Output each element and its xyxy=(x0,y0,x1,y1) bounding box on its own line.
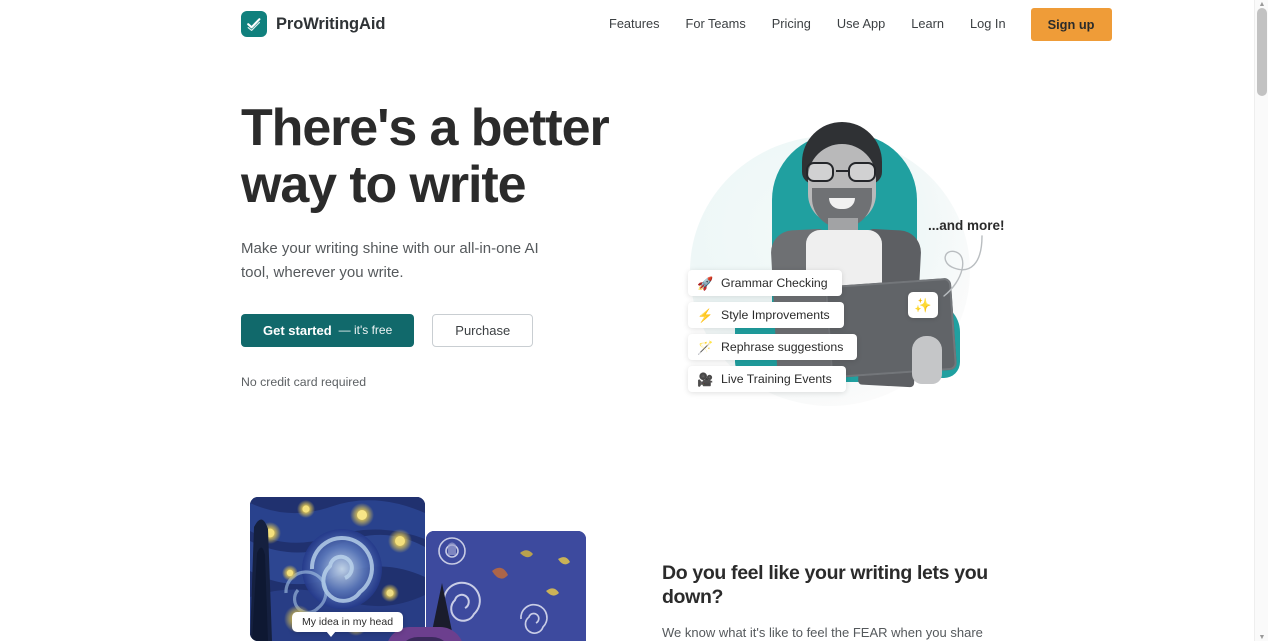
feature-pill-grammar-checking[interactable]: 🚀 Grammar Checking xyxy=(688,270,842,296)
no-credit-card-note: No credit card required xyxy=(241,374,367,389)
main-navigation: Features For Teams Pricing Use App Learn… xyxy=(596,0,1112,48)
brand-name: ProWritingAid xyxy=(276,14,386,33)
glasses-right-lens xyxy=(848,162,876,182)
feature-pill-label: Style Improvements xyxy=(721,308,830,322)
crude-drawing-card xyxy=(426,531,586,641)
feature-pill-live-training-events[interactable]: 🎥 Live Training Events xyxy=(688,366,846,392)
nav-item-use-app[interactable]: Use App xyxy=(824,12,898,37)
page-scrollbar[interactable]: ▲ ▼ xyxy=(1254,0,1268,641)
nav-item-for-teams[interactable]: For Teams xyxy=(673,12,759,37)
and-more-squiggle-arrow xyxy=(943,235,983,297)
glasses-left-lens xyxy=(806,162,834,182)
nav-item-features[interactable]: Features xyxy=(596,12,673,37)
scrollbar-thumb[interactable] xyxy=(1257,8,1267,96)
sign-up-button[interactable]: Sign up xyxy=(1030,7,1112,41)
movie-camera-icon: 🎥 xyxy=(697,371,714,387)
idea-tooltip: My idea in my head xyxy=(292,612,404,637)
glasses-bridge xyxy=(836,170,848,173)
purple-shape-inner xyxy=(398,637,452,641)
section-copy: Do you feel like your writing lets you d… xyxy=(662,561,1022,641)
feature-pill-label: Grammar Checking xyxy=(721,276,828,290)
get-started-label: Get started xyxy=(263,322,332,338)
lightning-bolt-icon: ⚡ xyxy=(697,307,714,323)
hero-section: There's a better way to write Make your … xyxy=(0,48,1254,468)
scrollbar-down-arrow-icon[interactable]: ▼ xyxy=(1255,633,1268,641)
rocket-icon: 🚀 xyxy=(697,275,714,291)
feature-pill-label: Rephrase suggestions xyxy=(721,340,844,354)
hero-title-line-1: There's a better xyxy=(241,99,610,157)
feature-pill-label: Live Training Events xyxy=(721,372,832,386)
section-body-text: We know what it's like to feel the FEAR … xyxy=(662,624,983,640)
scrollbar-up-arrow-icon[interactable]: ▲ xyxy=(1255,0,1268,8)
prowritingaid-checkmark-logo-icon xyxy=(241,11,267,37)
nav-item-log-in[interactable]: Log In xyxy=(957,12,1019,37)
feature-pill-rephrase-suggestions[interactable]: 🪄 Rephrase suggestions xyxy=(688,334,858,360)
brand-logo-link[interactable]: ProWritingAid xyxy=(241,11,385,37)
magic-wand-icon: 🪄 xyxy=(697,339,714,355)
feature-pill-list: 🚀 Grammar Checking ⚡ Style Improvements … xyxy=(688,270,858,392)
feature-pill-style-improvements[interactable]: ⚡ Style Improvements xyxy=(688,302,844,328)
section-heading: Do you feel like your writing lets you d… xyxy=(662,562,988,609)
and-more-label: ...and more! xyxy=(928,218,1005,233)
person-hand xyxy=(912,336,942,384)
purchase-button[interactable]: Purchase xyxy=(432,313,534,347)
get-started-button[interactable]: Get started — it's free xyxy=(241,313,415,347)
hero-actions: Get started — it's free Purchase xyxy=(241,313,641,347)
hero-title-line-2: way to write xyxy=(241,155,527,214)
hero-illustration: ✨ ...and more! 🚀 Grammar Checking ⚡ Styl… xyxy=(660,106,1020,436)
nav-item-pricing[interactable]: Pricing xyxy=(759,12,824,37)
writing-lets-you-down-section: My idea in my head Do you feel like your… xyxy=(0,468,1254,641)
site-header: ProWritingAid Features For Teams Pricing… xyxy=(0,0,1254,48)
nav-item-learn[interactable]: Learn xyxy=(898,12,957,37)
illustration-card-pair: My idea in my head xyxy=(250,497,590,641)
page-viewport: ProWritingAid Features For Teams Pricing… xyxy=(0,0,1254,641)
hero-subtitle: Make your writing shine with our all-in-… xyxy=(241,240,539,281)
hero-copy: There's a better way to write Make your … xyxy=(241,100,641,389)
page-title: There's a better way to write xyxy=(241,100,641,213)
person-glasses-icon xyxy=(804,162,880,182)
get-started-sublabel: — it's free xyxy=(338,323,393,338)
